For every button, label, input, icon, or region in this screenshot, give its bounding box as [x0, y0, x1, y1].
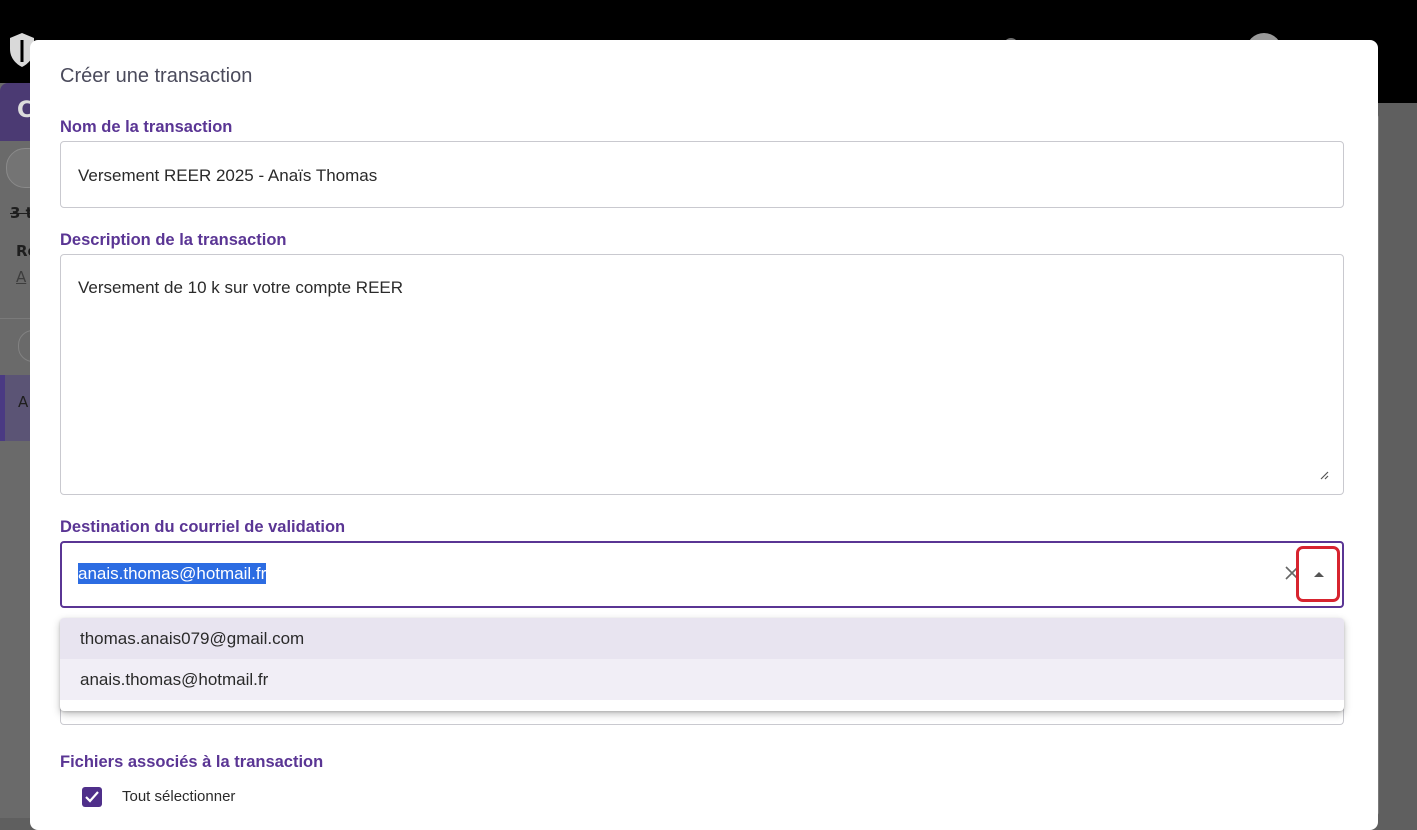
select-all-label: Tout sélectionner: [122, 788, 236, 805]
background-divider: [0, 318, 30, 319]
caret-up-icon: [1314, 572, 1324, 577]
transaction-description-value: Versement de 10 k sur votre compte REER: [78, 278, 404, 297]
transaction-description-textarea[interactable]: Versement de 10 k sur votre compte REER: [60, 254, 1344, 495]
transaction-description-label: Description de la transaction: [60, 231, 287, 249]
background-panel: [0, 83, 30, 818]
transaction-name-value: Versement REER 2025 - Anaïs Thomas: [78, 166, 378, 185]
checkmark-icon: [85, 791, 99, 803]
email-option[interactable]: anais.thomas@hotmail.fr: [60, 659, 1344, 700]
transaction-name-input[interactable]: Versement REER 2025 - Anaïs Thomas: [60, 141, 1344, 208]
select-all-checkbox[interactable]: [82, 787, 102, 807]
associated-files-label: Fichiers associés à la transaction: [60, 753, 324, 771]
background-right-area: [1378, 103, 1417, 818]
background-list-item-text: A: [18, 393, 29, 411]
transaction-name-label: Nom de la transaction: [60, 118, 233, 136]
selected-email-text: anais.thomas@hotmail.fr: [78, 563, 267, 584]
email-options-dropdown: thomas.anais079@gmail.com anais.thomas@h…: [60, 618, 1344, 711]
validation-email-label: Destination du courriel de validation: [60, 518, 346, 536]
validation-email-value: anais.thomas@hotmail.fr: [78, 563, 267, 584]
email-option[interactable]: thomas.anais079@gmail.com: [60, 618, 1344, 659]
background-panel-header: C: [0, 83, 33, 141]
dropdown-toggle-button[interactable]: [1296, 546, 1340, 602]
background-link-text[interactable]: A: [16, 268, 26, 286]
background-list-item[interactable]: A: [0, 375, 30, 441]
create-transaction-dialog: Créer une transaction Nom de la transact…: [30, 40, 1378, 830]
resize-handle-icon[interactable]: [1319, 470, 1329, 480]
dialog-title: Créer une transaction: [60, 65, 253, 87]
validation-email-combobox[interactable]: anais.thomas@hotmail.fr: [60, 541, 1344, 608]
